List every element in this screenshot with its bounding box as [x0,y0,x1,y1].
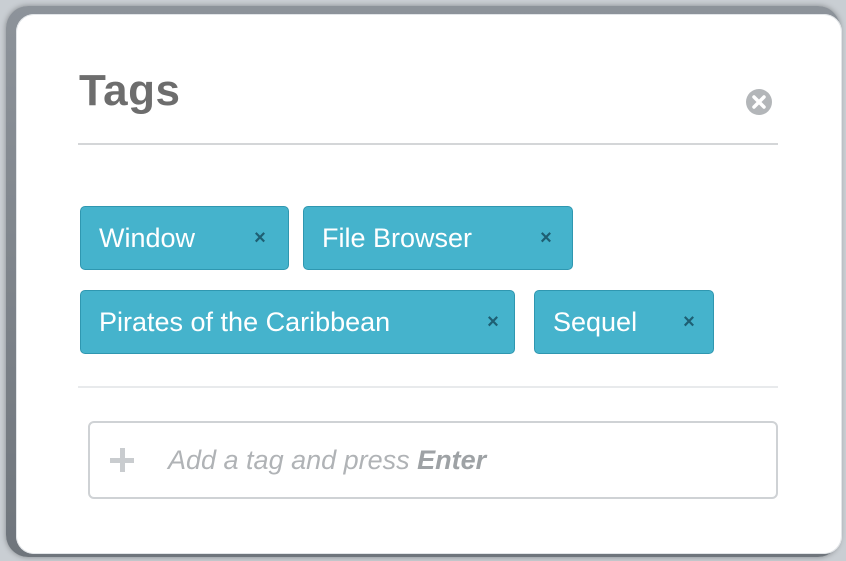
remove-tag-icon[interactable]: × [481,291,505,353]
tag-file-browser[interactable]: File Browser × [303,206,573,270]
title-divider [78,143,778,145]
panel-title: Tags [79,66,181,115]
remove-tag-icon[interactable]: × [248,207,272,269]
tag-label: Sequel [553,306,638,337]
add-tag-placeholder: Add a tag and press Enter [168,445,486,476]
tags-panel: Tags Window × File Browser × Pirates of … [16,14,842,554]
remove-tag-icon[interactable]: × [534,207,558,269]
tags-divider [78,386,778,388]
placeholder-key: Enter [417,445,487,475]
tag-label: Pirates of the Caribbean [99,306,391,337]
plus-icon [110,448,134,472]
remove-tag-icon[interactable]: × [677,291,701,353]
tag-window[interactable]: Window × [80,206,289,270]
tag-label: File Browser [322,222,473,253]
tag-label: Window [99,222,196,253]
add-tag-input[interactable]: Add a tag and press Enter [88,421,778,499]
tag-sequel[interactable]: Sequel × [534,290,714,354]
close-icon[interactable] [744,87,774,117]
placeholder-text: Add a tag and press [168,445,418,475]
tag-pirates-of-the-caribbean[interactable]: Pirates of the Caribbean × [80,290,515,354]
tag-list: Window × File Browser × Pirates of the C… [80,206,780,376]
